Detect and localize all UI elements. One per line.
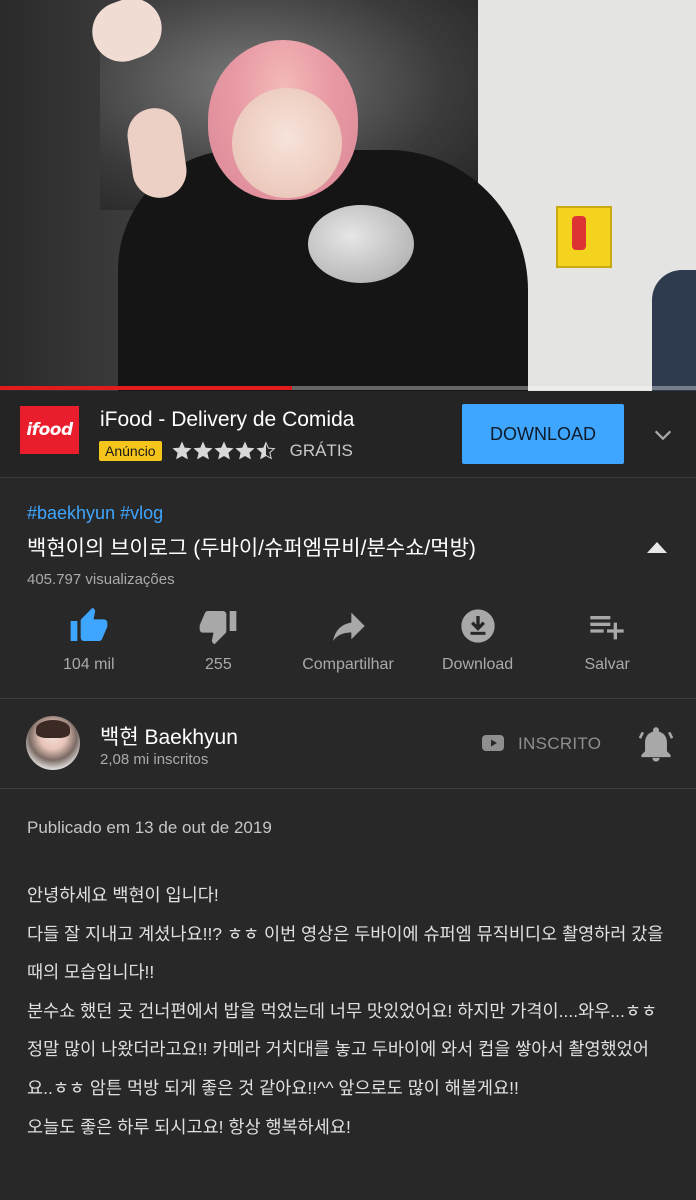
star-icon [256,441,276,460]
video-description: 안녕하세요 백현이 입니다! 다들 잘 지내고 계셨나요!!? ㅎㅎ 이번 영상… [27,876,667,1146]
video-progress-bar[interactable] [0,386,696,390]
save-button[interactable]: Salvar [542,606,672,686]
ad-banner[interactable]: ifood iFood - Delivery de Comida Anúncio… [0,391,696,478]
dislike-count: 255 [205,656,232,673]
description-line: 다들 잘 지내고 계셨나요!!? ㅎㅎ 이번 영상은 두바이에 슈퍼엠 뮤직비디… [27,923,664,983]
ifood-logo: ifood [20,406,79,454]
video-title[interactable]: 백현이의 브이로그 (두바이/슈퍼엠뮤비/분수쇼/먹방) [27,532,627,562]
video-player[interactable] [0,0,696,391]
youtube-icon[interactable] [481,733,505,753]
channel-name[interactable]: 백현 Baekhyun [100,721,238,751]
ad-badge: Anúncio [99,441,162,461]
star-icon [172,441,192,460]
video-hashtags[interactable]: #baekhyun #vlog [27,503,163,524]
ad-title: iFood - Delivery de Comida [100,408,355,431]
like-count: 104 mil [63,656,115,673]
divider [0,788,696,789]
chevron-down-icon[interactable] [652,424,674,446]
video-person-face [232,88,342,198]
shirt-planet-print [308,205,414,283]
rating-stars [172,441,276,461]
collapse-arrow-icon[interactable] [646,540,668,554]
star-icon [193,441,213,460]
description-line: 오늘도 좋은 하루 되시고요! 항상 행복하세요! [27,1116,351,1137]
subscriber-count: 2,08 mi inscritos [100,751,209,768]
share-button[interactable]: Compartilhar [283,606,413,686]
star-icon [235,441,255,460]
download-label: Download [442,656,514,673]
save-label: Salvar [584,656,630,673]
video-chair [652,270,696,391]
channel-avatar[interactable] [26,716,80,770]
subscribed-button[interactable]: INSCRITO [518,734,601,754]
thumbs-up-icon [70,607,108,641]
dislike-button[interactable]: 255 [154,606,284,686]
ad-download-button[interactable]: DOWNLOAD [462,404,624,464]
ad-price: GRÁTIS [289,441,353,460]
share-label: Compartilhar [302,656,394,673]
description-line: 안녕하세요 백현이 입니다! [27,885,219,905]
playlist-add-icon [590,616,624,640]
share-icon [332,612,365,641]
publish-date: Publicado em 13 de out de 2019 [27,818,272,837]
download-icon [460,609,495,643]
divider [0,698,696,699]
description-line: 분수쇼 했던 곳 건너편에서 밥을 먹었는데 너무 맛있었어요! 하지만 가격이… [27,1000,658,1098]
video-actions: 104 mil 255 Compartilhar Download Salvar [24,606,672,686]
star-icon [214,441,234,460]
fire-extinguisher-sign [556,206,612,268]
thumbs-down-icon [200,611,237,645]
like-button[interactable]: 104 mil [24,606,154,686]
view-count: 405.797 visualizações [27,571,175,588]
download-button[interactable]: Download [413,606,543,686]
notification-bell-icon[interactable] [638,725,674,763]
video-progress-fill [0,386,293,390]
